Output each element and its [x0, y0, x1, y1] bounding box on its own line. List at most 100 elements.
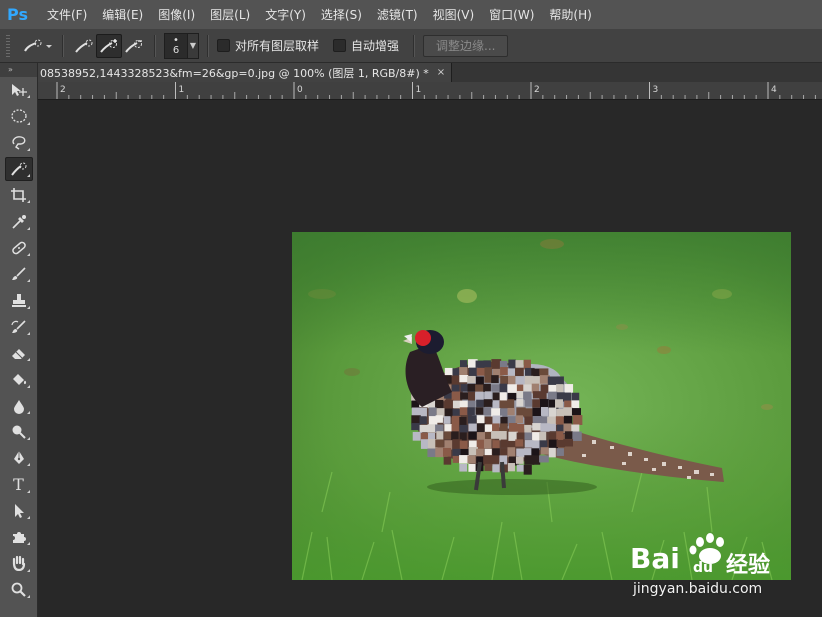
mosaic-cell [508, 359, 516, 370]
mosaic-cell [507, 463, 515, 472]
tool-pen[interactable] [0, 445, 37, 471]
mosaic-cell [523, 391, 532, 401]
canvas-image [292, 232, 791, 580]
subtract-from-selection-button[interactable] [122, 35, 146, 57]
mosaic-cell [515, 423, 525, 433]
tool-hand[interactable] [0, 550, 37, 576]
mosaic-cell [532, 407, 543, 417]
tools-panel-header[interactable]: » [0, 63, 37, 77]
brush-size-dropdown-button[interactable]: ▼ [188, 32, 199, 59]
tool-eraser[interactable] [0, 340, 37, 366]
mosaic-cell [516, 448, 526, 458]
menu-select[interactable]: 选择(S) [321, 6, 362, 23]
ellipse-marquee-icon [10, 109, 27, 124]
mosaic-cell [540, 423, 550, 432]
mosaic-cell [515, 415, 524, 424]
sample-all-layers-checkbox[interactable] [217, 39, 230, 52]
tool-spot-healing-brush[interactable] [0, 235, 37, 261]
mosaic-cell [516, 391, 525, 399]
mosaic-cell [524, 432, 533, 440]
document-tab[interactable]: 08538952,1443328523&fm=26&gp=0.jpg @ 100… [38, 63, 453, 82]
mosaic-cell [500, 367, 509, 376]
mosaic-cell [451, 391, 461, 401]
mosaic-cell [492, 440, 500, 448]
mosaic-cell [524, 399, 533, 407]
mosaic-cell [419, 416, 427, 425]
mosaic-cell [556, 384, 564, 393]
mosaic-cell [507, 399, 515, 409]
tool-move[interactable] [0, 77, 37, 103]
mosaic-cell [451, 424, 459, 432]
menu-type[interactable]: 文字(Y) [265, 6, 306, 23]
pheasant-photo [292, 232, 791, 580]
mosaic-cell [483, 383, 491, 392]
menu-view[interactable]: 视图(V) [433, 6, 475, 23]
new-selection-button[interactable] [72, 35, 96, 57]
tool-custom-shape[interactable] [0, 524, 37, 550]
eyedropper-icon [11, 214, 26, 229]
add-to-selection-button[interactable] [96, 33, 122, 58]
mosaic-cell [491, 384, 501, 392]
mosaic-cell [540, 407, 549, 416]
tool-dodge[interactable] [0, 419, 37, 445]
mosaic-cell [435, 399, 444, 409]
tool-paint-bucket[interactable] [0, 366, 37, 392]
mosaic-cell [499, 383, 508, 393]
history-brush-icon [10, 320, 26, 333]
menu-file[interactable]: 文件(F) [47, 6, 87, 23]
tool-preset-picker[interactable] [20, 35, 54, 57]
auto-enhance-label: 自动增强 [351, 39, 400, 53]
mosaic-cell [467, 383, 477, 392]
tool-elliptical-marquee[interactable] [0, 103, 37, 129]
refine-edge-button[interactable]: 调整边缘... [423, 34, 509, 57]
horizontal-ruler[interactable]: 2 1 0 1 2 3 4 [38, 82, 822, 100]
mosaic-cell [444, 399, 454, 410]
paint-bucket-icon [12, 374, 26, 386]
tool-history-brush[interactable] [0, 314, 37, 340]
mosaic-cell [483, 455, 493, 466]
tool-path-selection[interactable] [0, 498, 37, 524]
tool-crop[interactable] [0, 182, 37, 208]
mosaic-cell [507, 407, 515, 416]
menu-help[interactable]: 帮助(H) [549, 6, 591, 23]
tool-clone-stamp[interactable] [0, 287, 37, 313]
mosaic-cell [556, 448, 564, 456]
menu-filter[interactable]: 滤镜(T) [377, 6, 418, 23]
tool-quick-selection[interactable] [0, 156, 37, 182]
mosaic-cell [508, 440, 516, 449]
mosaic-cell [460, 384, 469, 392]
mosaic-cell [467, 391, 475, 401]
tool-brush[interactable] [0, 261, 37, 287]
menu-window[interactable]: 窗口(W) [489, 6, 534, 23]
mosaic-cell [460, 392, 469, 400]
mosaic-cell [547, 376, 558, 386]
tool-blur[interactable] [0, 393, 37, 419]
mosaic-cell [484, 463, 493, 471]
menu-edit[interactable]: 编辑(E) [102, 6, 143, 23]
mosaic-cell [436, 431, 444, 440]
mosaic-cell [539, 391, 547, 400]
mosaic-cell [516, 464, 524, 472]
tool-lasso[interactable] [0, 130, 37, 156]
app-logo: Ps [7, 4, 28, 24]
mosaic-cell [459, 375, 469, 383]
lasso-icon [11, 135, 25, 150]
auto-enhance-checkbox[interactable] [333, 39, 347, 52]
tool-eyedropper[interactable] [0, 208, 37, 234]
tool-zoom[interactable] [0, 577, 37, 603]
options-grip[interactable] [6, 34, 10, 57]
menu-image[interactable]: 图像(I) [158, 6, 195, 23]
brush-size-picker[interactable]: • 6 [164, 32, 188, 59]
menu-layer[interactable]: 图层(L) [210, 6, 250, 23]
crop-icon [10, 188, 26, 203]
document-tab-title: 08538952,1443328523&fm=26&gp=0.jpg @ 100… [40, 66, 429, 80]
mosaic-cell [491, 359, 502, 370]
close-icon[interactable]: × [437, 67, 445, 78]
mosaic-cell [532, 455, 541, 465]
mosaic-cell [459, 440, 468, 451]
mosaic-cell [548, 407, 557, 417]
mosaic-cell [499, 400, 509, 409]
mosaic-cell [484, 375, 493, 383]
mosaic-cell [435, 415, 443, 423]
tool-type[interactable]: T [0, 471, 37, 497]
